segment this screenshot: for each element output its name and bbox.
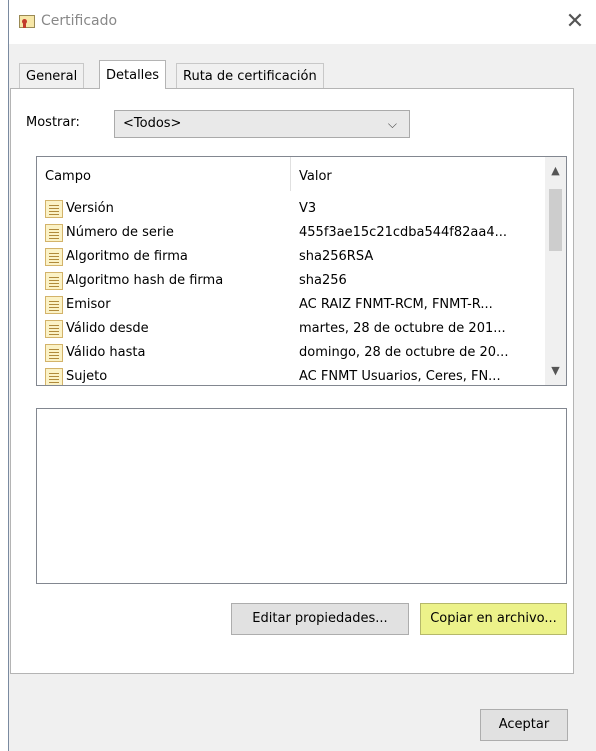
list-item[interactable]: Válido desde martes, 28 de octubre de 20… [37,317,537,341]
show-dropdown-value: <Todos> [123,116,182,131]
ok-button[interactable]: Aceptar [480,709,568,741]
field-value: sha256 [299,273,347,288]
fields-list[interactable]: Campo Valor Versión V3 Número de serie 4… [36,156,567,386]
field-name: Versión [66,201,114,216]
list-item[interactable]: Versión V3 [37,197,537,221]
scroll-up-icon[interactable]: ▲ [545,161,566,181]
list-item[interactable]: Sujeto AC FNMT Usuarios, Ceres, FN... [37,365,537,385]
field-icon [45,224,63,242]
title-bar: Certificado ✕ [9,0,596,44]
field-icon [45,368,63,385]
tab-certification-path[interactable]: Ruta de certificación [176,63,324,88]
field-icon [45,296,63,314]
field-icon [45,320,63,338]
vertical-scrollbar[interactable]: ▲ ▼ [545,157,566,385]
field-name: Número de serie [66,225,174,240]
list-item[interactable]: Algoritmo de firma sha256RSA [37,245,537,269]
column-header-field[interactable]: Campo [45,169,91,184]
field-value: martes, 28 de octubre de 201... [299,321,506,336]
chevron-down-icon: ⌵ [387,117,397,131]
list-header: Campo Valor [37,157,537,197]
window-title: Certificado [41,13,118,29]
edit-properties-button[interactable]: Editar propiedades... [231,603,409,635]
field-value: AC RAIZ FNMT-RCM, FNMT-R... [299,297,493,312]
column-divider[interactable] [290,157,291,191]
list-item[interactable]: Algoritmo hash de firma sha256 [37,269,537,293]
tab-general[interactable]: General [19,63,85,88]
field-name: Válido desde [66,321,149,336]
show-label: Mostrar: [26,115,80,130]
field-icon [45,344,63,362]
field-name: Algoritmo hash de firma [66,273,224,288]
field-name: Válido hasta [66,345,146,360]
field-value: V3 [299,201,317,216]
field-icon [45,248,63,266]
field-icon [45,272,63,290]
close-button[interactable]: ✕ [561,8,589,36]
field-name: Emisor [66,297,111,312]
copy-to-file-button[interactable]: Copiar en archivo... [420,603,567,635]
field-value: domingo, 28 de octubre de 20... [299,345,509,360]
field-detail-textbox[interactable] [36,408,567,584]
list-item[interactable]: Emisor AC RAIZ FNMT-RCM, FNMT-R... [37,293,537,317]
certificate-icon [19,15,35,28]
scroll-thumb[interactable] [549,189,562,251]
column-header-value[interactable]: Valor [299,169,332,184]
tab-details[interactable]: Detalles [99,60,167,89]
field-name: Algoritmo de firma [66,249,188,264]
list-item[interactable]: Número de serie 455f3ae15c21cdba544f82aa… [37,221,537,245]
field-value: sha256RSA [299,249,374,264]
list-item[interactable]: Válido hasta domingo, 28 de octubre de 2… [37,341,537,365]
field-icon [45,200,63,218]
field-value: AC FNMT Usuarios, Ceres, FN... [299,369,501,384]
field-value: 455f3ae15c21cdba544f82aa4... [299,225,508,240]
field-name: Sujeto [66,369,108,384]
show-dropdown[interactable]: <Todos> ⌵ [114,110,410,138]
scroll-down-icon[interactable]: ▼ [545,361,566,381]
